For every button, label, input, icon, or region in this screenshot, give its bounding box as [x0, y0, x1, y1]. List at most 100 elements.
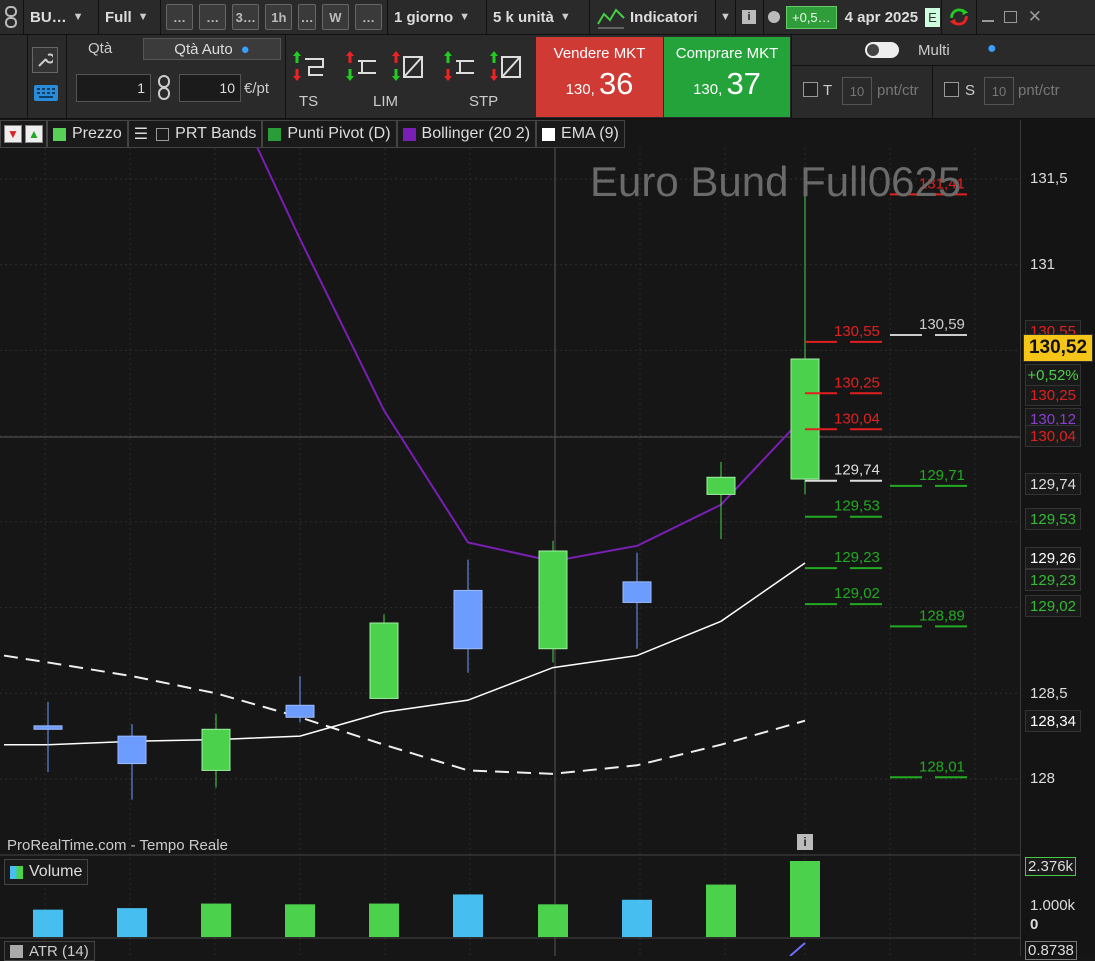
indicator-item[interactable]: ☰ PRT Bands [127, 120, 263, 148]
timeframe-selector[interactable]: 1 giorno ▼ [388, 0, 487, 35]
candle-body [369, 622, 399, 699]
candle-body [538, 550, 568, 650]
sell-market-button[interactable]: Vendere MKT 130, 36 [536, 37, 663, 117]
sell-price-prefix: 130, [565, 81, 595, 98]
indicator-swatch [156, 127, 170, 141]
indicators-dropdown[interactable]: ▼ [716, 0, 736, 35]
period-button[interactable]: … [298, 4, 316, 30]
value-per-point-input[interactable]: 10 [179, 74, 241, 102]
period-button[interactable]: … [166, 4, 194, 30]
volume-bar [790, 861, 820, 937]
indicators-button[interactable]: Indicatori [590, 0, 716, 35]
lim-label: LIM [373, 93, 399, 110]
axis-price-tag: 129,26 [1025, 547, 1081, 569]
indicator-label: Punti Pivot (D) [287, 125, 391, 142]
info-marker-icon[interactable]: i [797, 834, 813, 850]
s-checkbox[interactable] [944, 82, 959, 97]
pivot-label: 130,25 [834, 374, 880, 391]
ts-order-icon[interactable] [293, 51, 327, 88]
candle-body [790, 358, 820, 480]
status-dot-icon [764, 0, 784, 35]
maximize-icon[interactable] [999, 0, 1022, 35]
period-button[interactable]: 1h [265, 4, 293, 30]
lim-order-icon[interactable] [346, 51, 380, 88]
volume-bar [33, 909, 63, 937]
volume-bar [201, 903, 231, 937]
view-mode-selector[interactable]: Full ▼ [99, 0, 161, 35]
indicator-item[interactable]: Bollinger (20 2) [396, 120, 537, 148]
indicator-swatch [53, 127, 66, 141]
instrument-selector[interactable]: BU… ▼ [24, 0, 99, 35]
period-buttons: …… 3… 1h… W… [161, 0, 388, 35]
menu-icon[interactable]: ☰ [134, 124, 148, 144]
t-checkbox[interactable] [803, 82, 818, 97]
indicator-item[interactable]: Prezzo [47, 120, 128, 148]
indicator-chart-icon [597, 8, 625, 29]
lim-order-icon-2[interactable] [392, 51, 426, 88]
change-badge: +0,5… [784, 0, 839, 35]
current-change-tag: +0,52% [1025, 364, 1081, 386]
price-chart[interactable]: 131,41130,55 130,59130,25130,04129,74 129,… [0, 148, 1020, 956]
t-value-input[interactable]: 10 [842, 77, 872, 105]
top-toolbar: BU… ▼ Full ▼ …… 3… 1h… W… 1 giorno ▼ 5 k unità… [0, 0, 1095, 35]
period-button[interactable]: … [199, 4, 227, 30]
volume-bar [285, 904, 315, 937]
axis-tick-label: 128 [1030, 770, 1056, 787]
axis-price-tag: 128,34 [1025, 710, 1081, 732]
axis-price-tag: 130,25 [1025, 384, 1081, 406]
pivot-label: 129,02 [834, 585, 880, 602]
pivot-label: 129,74 [834, 462, 880, 479]
indicator-bar: ▼ ▲ Prezzo ☰ PRT Bands Punti Pivot (D) Bolli… [0, 120, 625, 148]
s-value-input[interactable]: 10 [984, 77, 1014, 105]
period-button[interactable]: … [354, 4, 382, 30]
refresh-icon[interactable] [940, 0, 977, 35]
stp-order-icon[interactable] [444, 51, 478, 88]
stp-order-icon-2[interactable] [490, 51, 524, 88]
keyboard-icon[interactable] [32, 82, 60, 104]
indicator-list: Prezzo ☰ PRT Bands Punti Pivot (D) Bollinger… [47, 120, 625, 148]
change-badge-text: +0,5… [786, 5, 837, 29]
stp-label: STP [469, 93, 499, 110]
units-selector[interactable]: 5 k unità ▼ [487, 0, 590, 35]
sell-arrow-icon[interactable]: ▼ [4, 125, 22, 143]
qty-input[interactable]: 1 [76, 74, 151, 102]
close-icon[interactable]: ✕ [1022, 0, 1048, 35]
s-label: S [965, 82, 976, 99]
candle-body [706, 476, 736, 495]
pivot-label: 130,04 [834, 410, 880, 427]
atr-panel-header[interactable]: ATR (14) [4, 941, 95, 961]
price-axis[interactable]: 131,5 131 128,5 128 130,55 130,25 130,12 130,04… [1020, 120, 1095, 960]
timeframe-label: 1 giorno [394, 8, 454, 26]
unit-label: €/pt [244, 80, 270, 97]
qty-auto-button[interactable]: Qtà Auto ● [143, 38, 281, 60]
buy-label: Comprare MKT [675, 45, 779, 62]
chevron-down-icon: ▼ [459, 11, 471, 23]
candle-body [285, 704, 315, 718]
panel-side-strip [0, 35, 28, 119]
chat-bubble-icon: ● [240, 40, 250, 58]
candle-body [33, 725, 63, 730]
atr-label: ATR (14) [29, 942, 89, 960]
indicator-item[interactable]: Punti Pivot (D) [262, 120, 397, 148]
period-button[interactable]: 3… [232, 4, 260, 30]
multi-toggle[interactable] [865, 42, 899, 58]
link-icon[interactable] [0, 0, 24, 35]
volume-swatch [10, 865, 23, 879]
chat-bubble-icon[interactable]: ● [987, 40, 997, 58]
period-button[interactable]: W [321, 4, 349, 30]
info-icon[interactable]: i [736, 0, 764, 35]
indicator-item[interactable]: EMA (9) [536, 120, 625, 148]
buy-arrow-icon[interactable]: ▲ [25, 125, 43, 143]
minimize-icon[interactable] [977, 0, 999, 35]
axis-price-tag: 129,23 [1025, 569, 1081, 591]
data-source-credit: ProRealTime.com - Tempo Reale [7, 837, 228, 854]
candle-body [622, 581, 652, 603]
buy-market-button[interactable]: Comprare MKT 130, 37 [664, 37, 790, 117]
order-arrows[interactable]: ▼ ▲ [0, 120, 47, 148]
link-chain-icon[interactable] [155, 75, 175, 101]
indicator-label: EMA (9) [561, 125, 619, 142]
e-button[interactable]: E [924, 0, 941, 35]
volume-panel-header[interactable]: Volume [4, 859, 89, 885]
wrench-icon[interactable] [32, 47, 58, 73]
pivot-label: 129,71 [919, 467, 965, 484]
